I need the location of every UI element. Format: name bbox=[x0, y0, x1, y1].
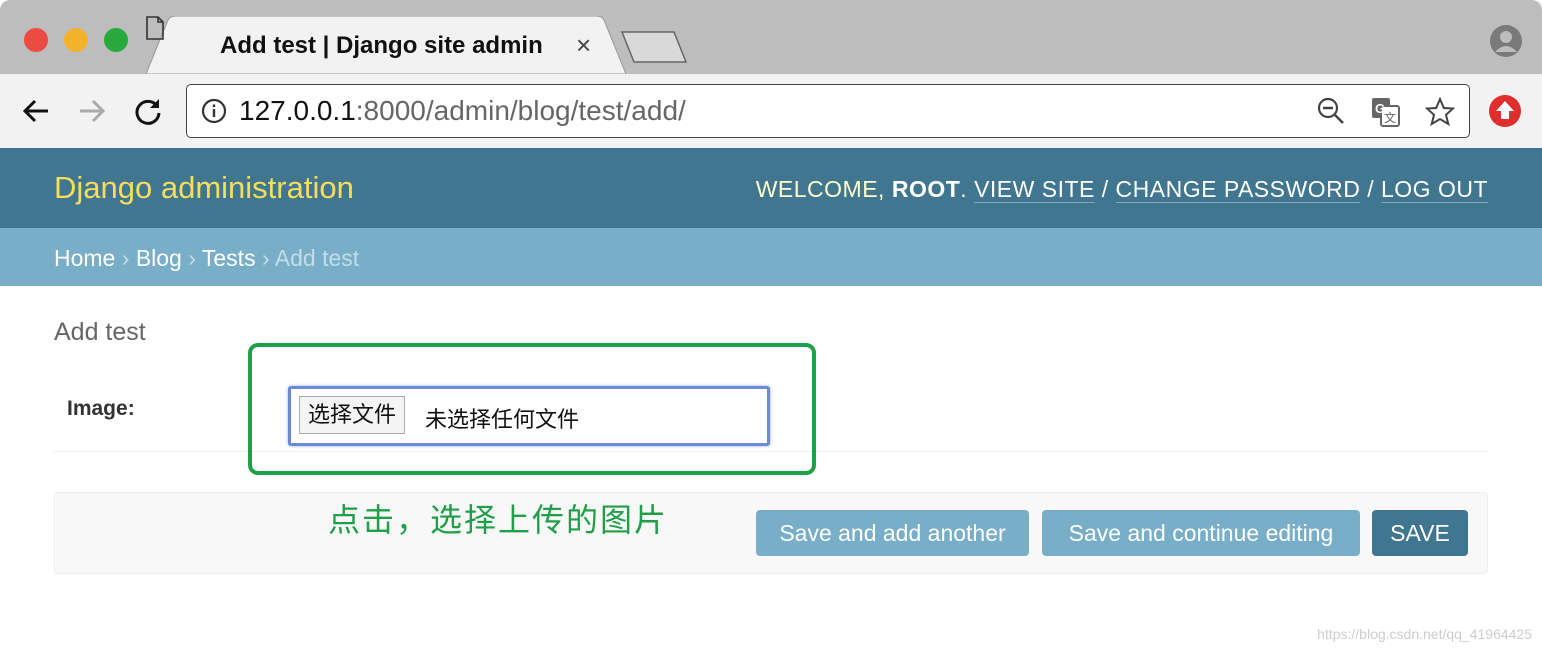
save-and-add-another-button[interactable]: Save and add another bbox=[756, 510, 1029, 556]
welcome-period: . bbox=[960, 176, 975, 202]
breadcrumb-tests[interactable]: Tests bbox=[202, 245, 256, 271]
breadcrumb-current: Add test bbox=[274, 245, 360, 271]
breadcrumb-separator: › bbox=[255, 245, 275, 271]
forward-button[interactable] bbox=[73, 92, 111, 130]
change-password-link[interactable]: CHANGE PASSWORD bbox=[1115, 176, 1361, 203]
annotation-text: 点击，选择上传的图片 bbox=[328, 502, 669, 538]
log-out-link[interactable]: LOG OUT bbox=[1380, 176, 1488, 203]
forward-arrow-icon bbox=[80, 99, 106, 123]
browser-toolbar: 127.0.0.1:8000/admin/blog/test/add/ G 文 bbox=[0, 74, 1542, 149]
breadcrumb-home[interactable]: Home bbox=[54, 245, 115, 271]
bookmark-star-icon[interactable] bbox=[1425, 97, 1455, 127]
site-branding[interactable]: Django administration bbox=[54, 170, 354, 206]
site-header: Django administration WELCOME, ROOT. VIE… bbox=[0, 148, 1542, 228]
tab-close-icon[interactable]: × bbox=[576, 30, 591, 61]
image-file-input[interactable]: 选择文件 未选择任何文件 bbox=[288, 386, 770, 446]
breadcrumb-blog[interactable]: Blog bbox=[136, 245, 182, 271]
separator: / bbox=[1094, 176, 1116, 202]
user-tools: WELCOME, ROOT. VIEW SITE / CHANGE PASSWO… bbox=[756, 176, 1488, 203]
back-button[interactable] bbox=[17, 92, 55, 130]
browser-tab[interactable]: Add test | Django site admin × bbox=[146, 16, 626, 74]
separator: / bbox=[1360, 176, 1381, 202]
save-and-continue-button[interactable]: Save and continue editing bbox=[1042, 510, 1360, 556]
browser-tab-bar: Add test | Django site admin × bbox=[0, 0, 1542, 74]
address-bar[interactable]: 127.0.0.1:8000/admin/blog/test/add/ G 文 bbox=[186, 84, 1470, 138]
breadcrumb: Home › Blog › Tests › Add test bbox=[0, 228, 1542, 286]
image-field-label: Image: bbox=[67, 397, 135, 420]
username: ROOT bbox=[891, 176, 961, 202]
minimize-window-button[interactable] bbox=[64, 28, 88, 52]
close-window-button[interactable] bbox=[24, 28, 48, 52]
watermark: https://blog.csdn.net/qq_41964425 bbox=[1317, 626, 1532, 642]
back-arrow-icon bbox=[22, 99, 48, 123]
profile-icon[interactable] bbox=[1489, 24, 1523, 58]
view-site-link[interactable]: VIEW SITE bbox=[974, 176, 1095, 203]
info-icon[interactable] bbox=[201, 98, 227, 124]
page-title: Add test bbox=[54, 318, 146, 346]
document-icon bbox=[146, 16, 164, 40]
reload-button[interactable] bbox=[129, 92, 167, 130]
url-text[interactable]: 127.0.0.1:8000/admin/blog/test/add/ bbox=[239, 95, 686, 127]
url-host: 127.0.0.1 bbox=[239, 95, 356, 126]
breadcrumb-separator: › bbox=[115, 245, 136, 271]
new-tab-button[interactable] bbox=[618, 30, 690, 64]
file-status-text: 未选择任何文件 bbox=[425, 407, 580, 432]
breadcrumb-list: Home › Blog › Tests › Add test bbox=[54, 245, 359, 272]
tab-title: Add test | Django site admin bbox=[220, 32, 543, 59]
reload-icon bbox=[135, 99, 161, 125]
url-path: :8000/admin/blog/test/add/ bbox=[355, 95, 686, 126]
save-button[interactable]: SAVE bbox=[1372, 510, 1468, 556]
breadcrumb-separator: › bbox=[181, 245, 202, 271]
svg-text:文: 文 bbox=[1384, 110, 1396, 125]
choose-file-button[interactable]: 选择文件 bbox=[299, 396, 406, 434]
translate-icon[interactable]: G 文 bbox=[1371, 97, 1401, 127]
zoom-out-icon[interactable] bbox=[1317, 97, 1345, 125]
welcome-text: WELCOME, bbox=[755, 176, 892, 202]
extension-upload-icon[interactable] bbox=[1488, 94, 1522, 128]
maximize-window-button[interactable] bbox=[104, 28, 128, 52]
